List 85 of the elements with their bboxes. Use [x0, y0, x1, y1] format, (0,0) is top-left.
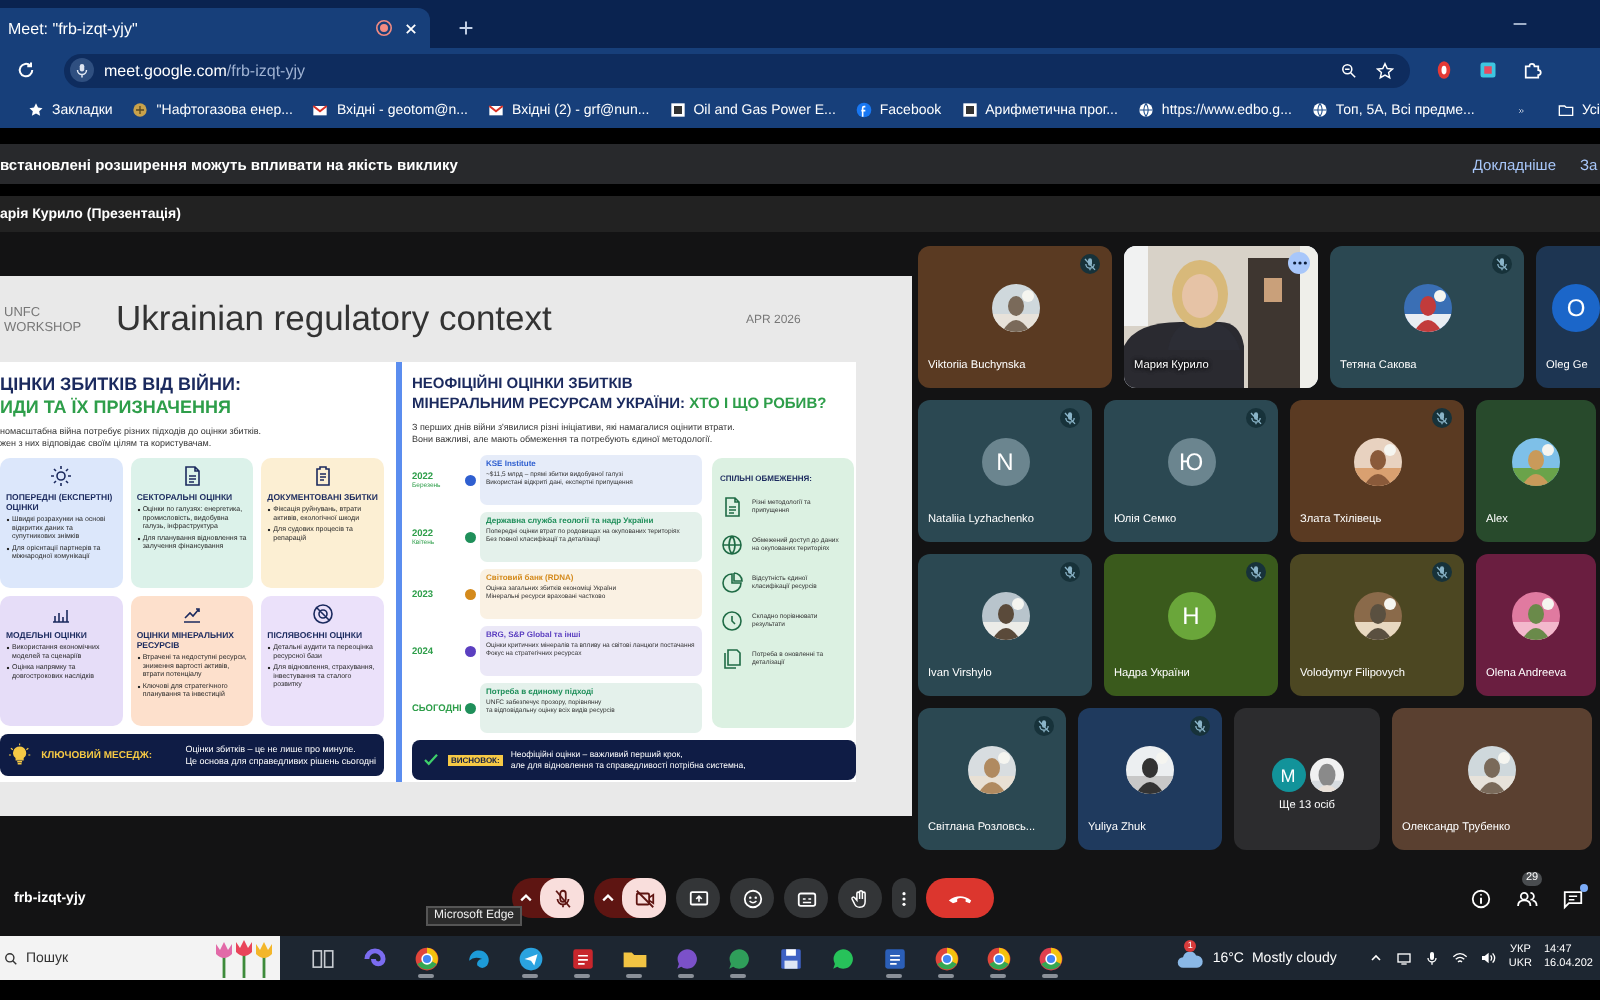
star-icon[interactable] [1376, 61, 1394, 79]
avatar: H [1167, 591, 1215, 639]
avatar: M [1271, 758, 1305, 792]
browser-tab[interactable]: Meet: "frb-izqt-yjy" [0, 8, 430, 48]
folder-icon [1557, 102, 1574, 118]
paper-plane-icon [517, 945, 543, 971]
check-icon [422, 751, 440, 769]
phone-bubble-icon [673, 945, 699, 971]
avatar: Ю [1167, 437, 1215, 485]
hand-icon [849, 887, 871, 909]
camera-button[interactable] [622, 878, 666, 918]
target-icon [310, 602, 335, 626]
avatar: O [1552, 283, 1600, 331]
envelope-icon [312, 102, 329, 118]
more-options-button[interactable] [892, 878, 916, 918]
chat-bubble-icon [725, 945, 751, 971]
caret-icon [600, 890, 616, 906]
word-document-icon [881, 945, 907, 971]
envelope-icon [488, 102, 505, 118]
trend-chart-icon [180, 602, 204, 626]
swirl-icon [361, 945, 387, 971]
emblem-icon [132, 102, 149, 118]
square-logo-icon [961, 102, 978, 118]
globe-icon [720, 533, 744, 557]
notification-dot [1580, 883, 1588, 891]
puzzle-icon[interactable] [1522, 60, 1542, 80]
document-icon [720, 495, 744, 519]
browser-icon [413, 945, 439, 971]
star-icon [28, 102, 44, 118]
present-screen-button[interactable] [676, 878, 720, 918]
raise-hand-button[interactable] [838, 878, 882, 918]
square-extension-icon[interactable] [1478, 60, 1498, 80]
light-bulb-icon [8, 742, 32, 768]
camera-off-icon [633, 887, 655, 909]
caret-icon [518, 890, 534, 906]
section-title: ИДИ ТА ЇХ ПРИЗНАЧЕННЯ [0, 397, 233, 418]
captions-button[interactable] [784, 878, 828, 918]
display-icon[interactable] [1396, 950, 1413, 966]
browser-icon [933, 945, 959, 971]
chat-icon[interactable] [1562, 887, 1584, 909]
gear-icon [49, 464, 74, 488]
documents-icon [720, 647, 744, 671]
microphone-icon[interactable] [1424, 950, 1441, 966]
people-icon[interactable] [1516, 887, 1538, 909]
dots-icon [1291, 260, 1307, 266]
smiley-icon [741, 887, 763, 909]
section-title: ЦІНКИ ЗБИТКІВ ВІД ВІЙНИ: [0, 374, 243, 395]
address-field[interactable]: meet.google.com/frb-izqt-yjy [64, 53, 1410, 87]
document-icon [180, 464, 204, 488]
reload-icon[interactable] [16, 60, 36, 80]
zoom-icon[interactable] [1340, 61, 1358, 79]
captions-icon [795, 887, 817, 909]
site-info-icon[interactable] [70, 58, 94, 82]
screen-share-icon [687, 887, 709, 909]
tab-title: Meet: "frb-izqt-yjy" [8, 19, 140, 37]
chevron-up-icon[interactable] [1368, 950, 1385, 966]
emoji-button[interactable] [730, 878, 774, 918]
phone-hang-up-icon [946, 891, 974, 905]
close-icon[interactable] [404, 21, 418, 35]
new-tab-icon[interactable] [458, 20, 474, 36]
clock-icon [720, 609, 744, 633]
cloud-icon [1176, 947, 1205, 969]
pie-chart-icon [720, 571, 744, 595]
microphone-off-icon [551, 887, 573, 909]
url-text: meet.google.com/frb-izqt-yjy [104, 61, 307, 79]
dots-icon [900, 887, 908, 909]
info-icon[interactable] [1470, 887, 1492, 909]
round-logo-icon [855, 102, 872, 118]
phone-bubble-icon [829, 945, 855, 971]
shield-icon[interactable] [1434, 60, 1454, 80]
end-call-button[interactable] [926, 878, 994, 918]
browser-icon [985, 945, 1011, 971]
document-icon [569, 945, 595, 971]
globe-icon [1137, 102, 1154, 118]
globe-icon [1311, 102, 1328, 118]
search-icon [4, 951, 18, 965]
avatar: N [981, 437, 1029, 485]
slide-title: Ukrainian regulatory context [116, 299, 554, 339]
square-logo-icon [669, 102, 686, 118]
task-view-icon [309, 945, 335, 971]
clipboard-icon [310, 464, 335, 488]
wifi-icon[interactable] [1452, 950, 1469, 966]
speaker-icon[interactable] [1480, 950, 1497, 966]
wave-browser-icon [465, 945, 491, 971]
microphone-button[interactable] [540, 878, 584, 918]
